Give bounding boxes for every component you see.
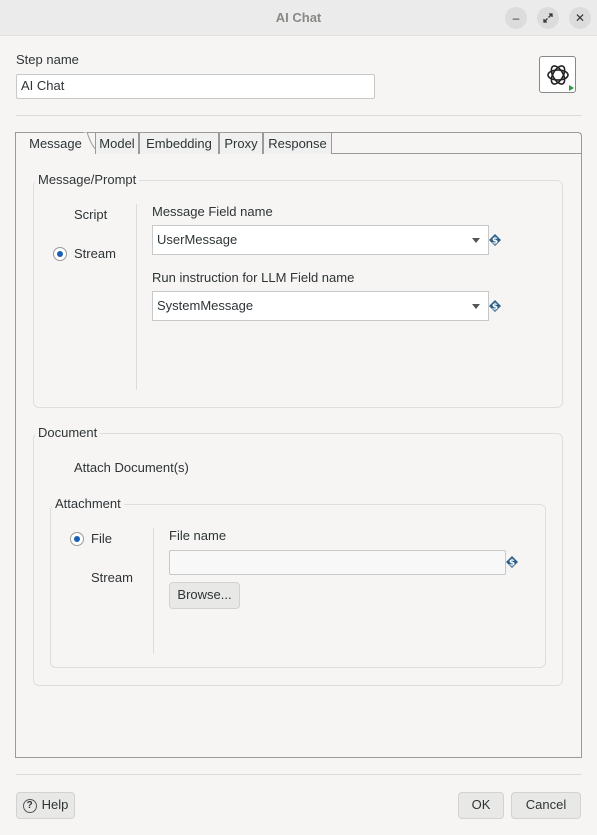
document-title: Document (35, 425, 101, 440)
step-name-label: Step name (16, 52, 79, 67)
message-prompt-title: Message/Prompt (35, 172, 140, 187)
step-name-input[interactable]: AI Chat (16, 74, 375, 99)
run-instruction-label: Run instruction for LLM Field name (152, 270, 355, 285)
message-field-value: UserMessage (157, 232, 238, 247)
close-button[interactable]: ✕ (569, 7, 591, 29)
message-options-divider (136, 204, 137, 390)
svg-text:$: $ (492, 237, 498, 247)
file-name-label: File name (169, 528, 227, 543)
file-name-input[interactable] (169, 550, 506, 575)
stream-radio[interactable] (53, 247, 67, 261)
step-icon (539, 56, 576, 93)
browse-button[interactable]: Browse... (169, 582, 240, 609)
attachment-group (50, 504, 546, 668)
script-option[interactable]: Script (74, 207, 107, 222)
stream-attachment-option[interactable]: Stream (91, 570, 133, 585)
ok-button[interactable]: OK (458, 792, 504, 819)
run-instruction-value: SystemMessage (157, 298, 254, 313)
file-option[interactable]: File (91, 531, 112, 546)
attachment-options-divider (153, 528, 154, 654)
tab-model[interactable]: Model (95, 132, 139, 154)
help-icon: ? (22, 798, 37, 813)
title-bar: AI Chat – ✕ (0, 0, 597, 36)
stream-option[interactable]: Stream (74, 246, 116, 261)
variable-icon[interactable]: $ (488, 233, 502, 247)
maximize-icon (543, 13, 553, 23)
svg-text:$: $ (492, 303, 498, 313)
help-label: Help (41, 797, 69, 812)
tab-response[interactable]: Response (263, 132, 332, 154)
attachment-title: Attachment (52, 496, 124, 511)
tab-bar: Message Model Embedding Proxy Response (15, 132, 582, 154)
openai-logo-icon (547, 65, 574, 91)
message-field-select[interactable]: UserMessage (152, 225, 489, 255)
footer-separator (16, 774, 582, 775)
run-instruction-select[interactable]: SystemMessage (152, 291, 489, 321)
tab-embedding[interactable]: Embedding (139, 132, 219, 154)
chevron-down-icon (472, 238, 480, 243)
cancel-button[interactable]: Cancel (511, 792, 581, 819)
minimize-button[interactable]: – (505, 7, 527, 29)
minimize-icon: – (512, 11, 520, 25)
tab-proxy[interactable]: Proxy (219, 132, 263, 154)
message-field-label: Message Field name (152, 204, 273, 219)
help-button[interactable]: ? Help (16, 792, 75, 819)
file-radio[interactable] (70, 532, 84, 546)
svg-text:$: $ (509, 559, 515, 569)
header-separator (16, 115, 582, 116)
tab-bar-fill (332, 132, 582, 154)
chevron-down-icon (472, 304, 480, 309)
maximize-button[interactable] (537, 7, 559, 29)
attach-documents-option[interactable]: Attach Document(s) (74, 460, 189, 475)
variable-icon[interactable]: $ (505, 555, 519, 569)
variable-icon[interactable]: $ (488, 299, 502, 313)
close-icon: ✕ (574, 11, 586, 25)
